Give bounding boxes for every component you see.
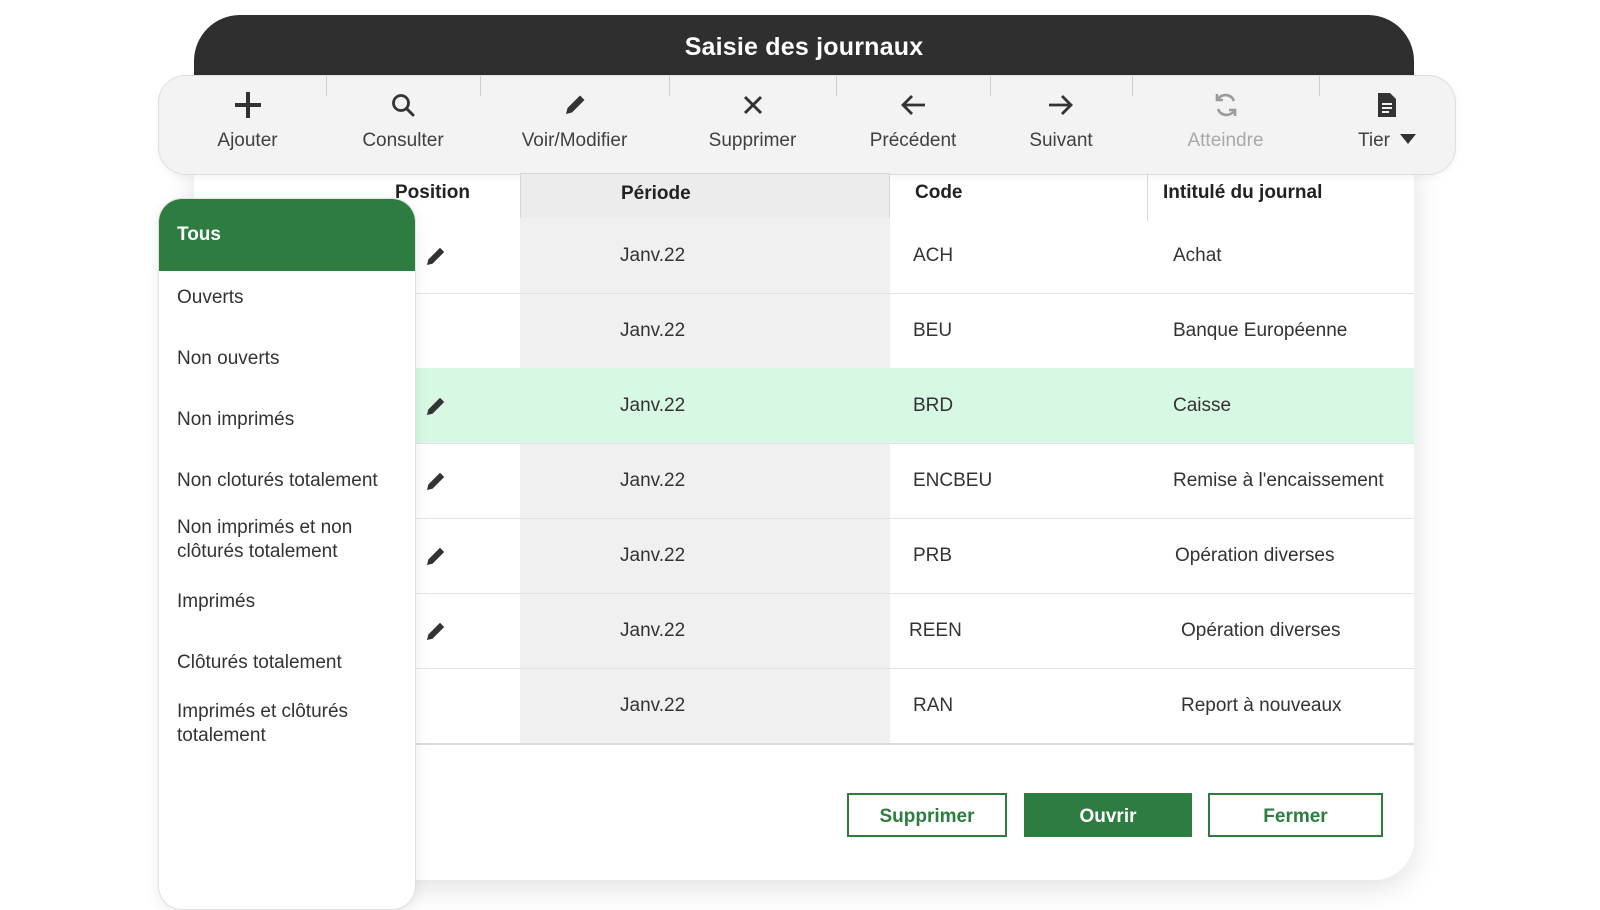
table-row[interactable]: Janv.22 BEU Banque Européenne [388, 293, 1414, 369]
document-icon [1378, 93, 1396, 117]
cell-code: RAN [913, 695, 954, 716]
previous-button-label: Précédent [869, 130, 957, 151]
refresh-icon [1215, 93, 1236, 117]
filter-item-clotures-totalement[interactable]: Clôturés totalement [159, 651, 415, 675]
table-row[interactable]: Janv.22 REEN Opération diverses [388, 593, 1414, 669]
close-icon [743, 95, 762, 115]
pencil-icon[interactable] [424, 368, 448, 443]
table-row[interactable]: Janv.22 ENCBEU Remise à l'encaissement [388, 443, 1414, 519]
cell-intitule: Report à nouveaux [1181, 695, 1342, 716]
filter-item-non-ouverts[interactable]: Non ouverts [159, 347, 415, 371]
pencil-icon [565, 95, 584, 114]
tier-dropdown[interactable]: Tier [1319, 76, 1455, 174]
cell-intitule: Caisse [1173, 395, 1232, 416]
table-row[interactable]: Janv.22 ACH Achat [388, 218, 1414, 294]
cell-intitule: Remise à l'encaissement [1173, 470, 1384, 491]
filter-item-non-imprimes[interactable]: Non imprimés [159, 408, 415, 432]
delete-toolbar-button[interactable]: Supprimer [669, 76, 836, 174]
filter-item-non-imprimes-non-clotures[interactable]: Non imprimés et non clôturés totalement [159, 516, 415, 564]
cell-periode: Janv.22 [620, 395, 686, 416]
delete-button[interactable]: Supprimer [847, 793, 1007, 837]
cell-periode: Janv.22 [620, 245, 686, 266]
cell-intitule: Opération diverses [1181, 620, 1341, 641]
cell-periode: Janv.22 [620, 320, 686, 341]
edit-button-label: Voir/Modifier [521, 130, 628, 151]
search-icon [392, 94, 415, 117]
add-button-label: Ajouter [217, 130, 278, 151]
pencil-icon[interactable] [424, 443, 448, 518]
window-title: Saisie des journaux [684, 33, 924, 61]
next-button-label: Suivant [1029, 130, 1093, 151]
arrow-left-icon [901, 95, 925, 115]
pencil-icon[interactable] [424, 218, 448, 293]
cell-intitule: Opération diverses [1175, 545, 1335, 566]
goto-button[interactable]: Atteindre [1132, 76, 1319, 174]
table-row[interactable]: Janv.22 RAN Report à nouveaux [388, 668, 1414, 745]
delete-toolbar-button-label: Supprimer [708, 130, 797, 151]
cell-code: ENCBEU [913, 470, 993, 491]
journal-table: Janv.22 ACH Achat Janv.22 BEU Banque Eur… [388, 218, 1414, 745]
goto-button-label: Atteindre [1187, 130, 1264, 151]
filter-item-ouverts[interactable]: Ouverts [159, 286, 415, 310]
edit-button[interactable]: Voir/Modifier [480, 76, 669, 174]
plus-icon [234, 92, 261, 118]
column-header-code[interactable]: Code [890, 173, 1148, 221]
filter-item-tous[interactable]: Tous [159, 199, 415, 271]
cell-periode: Janv.22 [620, 620, 686, 641]
view-button-label: Consulter [362, 130, 444, 151]
cell-intitule: Achat [1173, 245, 1222, 266]
open-button[interactable]: Ouvrir [1024, 793, 1192, 837]
filter-item-non-clotures-totalement[interactable]: Non cloturés totalement [159, 469, 415, 493]
arrow-right-icon [1049, 95, 1073, 115]
column-header-intitule[interactable]: Intitulé du journal [1148, 173, 1322, 218]
column-header-periode[interactable]: Période [520, 173, 890, 221]
view-button[interactable]: Consulter [326, 76, 480, 174]
pencil-icon[interactable] [424, 593, 448, 668]
cell-code: ACH [913, 245, 954, 266]
cell-periode: Janv.22 [620, 470, 686, 491]
cell-code: PRB [913, 545, 953, 566]
table-row-selected[interactable]: Janv.22 BRD Caisse [388, 368, 1414, 444]
cell-periode: Janv.22 [620, 695, 686, 716]
tier-dropdown-label: Tier [1357, 130, 1391, 151]
filter-item-imprimes[interactable]: Imprimés [159, 590, 415, 614]
chevron-down-icon [1400, 134, 1417, 144]
table-row[interactable]: Janv.22 PRB Opération diverses [388, 518, 1414, 594]
filter-sidebar: Tous Ouverts Non ouverts Non imprimés No… [158, 198, 416, 910]
table-header: Position Période Code Intitulé du journa… [380, 173, 1414, 221]
cell-code: REEN [909, 620, 962, 641]
previous-button[interactable]: Précédent [836, 76, 990, 174]
toolbar: Ajouter Consulter Voir/Modifier Supprime… [158, 75, 1456, 175]
add-button[interactable]: Ajouter [169, 76, 326, 174]
pencil-icon[interactable] [424, 518, 448, 593]
cell-periode: Janv.22 [620, 545, 686, 566]
cell-intitule: Banque Européenne [1173, 320, 1348, 341]
filter-item-imprimes-et-clotures[interactable]: Imprimés et clôturés totalement [159, 700, 415, 748]
close-button[interactable]: Fermer [1208, 793, 1383, 837]
next-button[interactable]: Suivant [990, 76, 1132, 174]
cell-code: BRD [913, 395, 954, 416]
cell-code: BEU [913, 320, 953, 341]
